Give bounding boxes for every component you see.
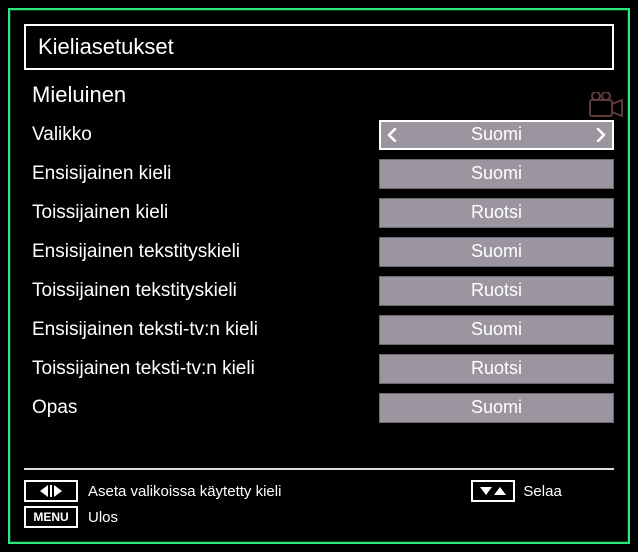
footer-line-1: Aseta valikoissa käytetty kieli Selaa	[24, 480, 614, 502]
settings-row-label: Ensisijainen kieli	[24, 163, 379, 185]
settings-row[interactable]: Ensisijainen kieli Suomi	[24, 155, 614, 192]
settings-row[interactable]: Ensisijainen teksti-tv:n kieli Suomi	[24, 311, 614, 348]
panel-title: Kieliasetukset	[38, 34, 174, 59]
footer-line-2: MENU Ulos	[24, 506, 614, 528]
settings-row-value[interactable]: Suomi	[379, 237, 614, 267]
settings-row-label: Toissijainen teksti-tv:n kieli	[24, 358, 379, 380]
settings-row-label: Toissijainen kieli	[24, 202, 379, 224]
footer-hint-1: Aseta valikoissa käytetty kieli	[88, 483, 281, 500]
settings-row[interactable]: Valikko Suomi	[24, 116, 614, 153]
chevron-left-icon[interactable]	[385, 128, 399, 142]
menu-key-icon: MENU	[24, 506, 78, 528]
settings-row-value[interactable]: Suomi	[379, 315, 614, 345]
footer-separator	[24, 468, 614, 470]
footer-hint-2: Selaa	[523, 483, 561, 500]
settings-row-value-text: Suomi	[471, 241, 522, 262]
section-heading: Mieluinen	[10, 78, 628, 116]
settings-row-value[interactable]: Suomi	[379, 159, 614, 189]
settings-row-label: Ensisijainen tekstityskieli	[24, 241, 379, 263]
settings-row-value-text: Suomi	[471, 397, 522, 418]
settings-row-value[interactable]: Ruotsi	[379, 354, 614, 384]
settings-row-value-text: Suomi	[471, 124, 522, 145]
settings-row[interactable]: Toissijainen kieli Ruotsi	[24, 194, 614, 231]
footer: Aseta valikoissa käytetty kieli Selaa ME…	[24, 468, 614, 532]
settings-row[interactable]: Toissijainen tekstityskieli Ruotsi	[24, 272, 614, 309]
settings-row-value[interactable]: Ruotsi	[379, 198, 614, 228]
settings-row-value-text: Ruotsi	[471, 280, 522, 301]
chevron-right-icon[interactable]	[594, 128, 608, 142]
up-down-key-icon	[471, 480, 515, 502]
footer-menu-action: Ulos	[88, 509, 118, 526]
settings-row-value-text: Ruotsi	[471, 358, 522, 379]
left-right-key-icon	[24, 480, 78, 502]
settings-row-value-text: Suomi	[471, 163, 522, 184]
settings-row[interactable]: Toissijainen teksti-tv:n kieli Ruotsi	[24, 350, 614, 387]
camera-icon	[588, 92, 628, 122]
settings-list: Valikko Suomi Ensisijainen kieli Suomi Toiss…	[10, 116, 628, 426]
settings-panel: Kieliasetukset Mieluinen ValikkoSuomiEns…	[8, 8, 630, 544]
settings-row-value[interactable]: Ruotsi	[379, 276, 614, 306]
settings-row-value[interactable]: Suomi	[379, 393, 614, 423]
panel-title-box: Kieliasetukset	[24, 24, 614, 70]
settings-row[interactable]: Opas Suomi	[24, 389, 614, 426]
settings-row-value-text: Ruotsi	[471, 202, 522, 223]
settings-row-label: Valikko	[24, 124, 379, 146]
settings-row-label: Opas	[24, 397, 379, 419]
settings-row-value-text: Suomi	[471, 319, 522, 340]
settings-row-label: Ensisijainen teksti-tv:n kieli	[24, 319, 379, 341]
settings-row-value[interactable]: Suomi	[379, 120, 614, 150]
settings-row-label: Toissijainen tekstityskieli	[24, 280, 379, 302]
settings-row[interactable]: Ensisijainen tekstityskieli Suomi	[24, 233, 614, 270]
